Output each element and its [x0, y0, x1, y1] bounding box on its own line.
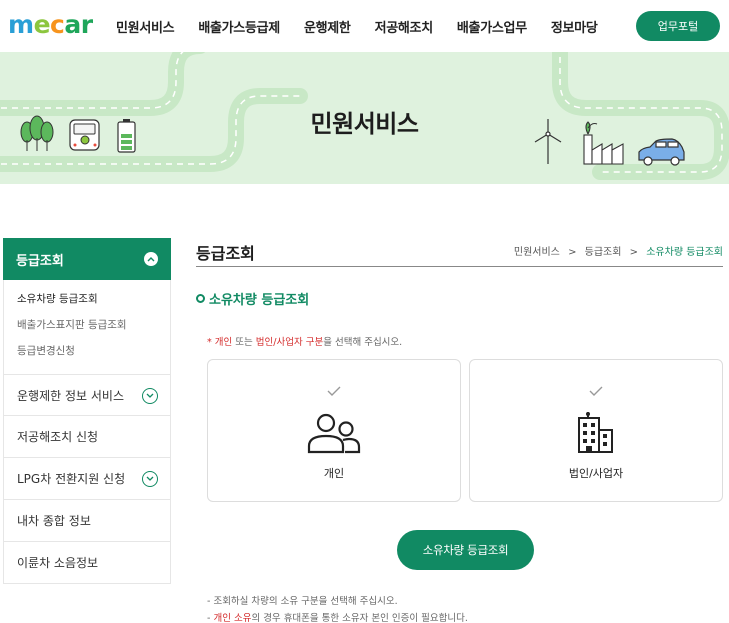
breadcrumb-item[interactable]: 등급조회	[585, 247, 622, 258]
guide-note-individual: 개인 소유	[213, 613, 252, 623]
sidebar-item-label: 저공해조치 신청	[17, 430, 99, 444]
nav-low-emission[interactable]: 저공해조치	[375, 17, 434, 36]
notice-corporate: 법인/사업자 구분	[255, 337, 324, 348]
work-portal-button[interactable]: 업무포털	[636, 11, 720, 41]
logo-letter: a	[64, 10, 81, 39]
nav-emission-work[interactable]: 배출가스업무	[457, 17, 527, 36]
page-banner: 민원서비스	[0, 52, 729, 184]
chevron-down-icon[interactable]	[142, 388, 158, 404]
notice-or: 또는	[232, 337, 256, 348]
sidebar-head-grade-lookup[interactable]: 등급조회	[3, 238, 171, 280]
logo-wordmark[interactable]: mecar	[8, 10, 93, 39]
sidebar-item-lpg-conversion[interactable]: LPG차 전환지원 신청	[3, 458, 171, 500]
sidebar-item-motorcycle-noise[interactable]: 이륜차 소음정보	[3, 542, 171, 584]
sidebar-sub-grade-change[interactable]: 등급변경신청	[17, 342, 170, 368]
section-title-text: 소유차량 등급조회	[209, 293, 310, 308]
sidebar-item-label: 이륜차 소음정보	[17, 556, 99, 570]
breadcrumb-current: 소유차량 등급조회	[646, 247, 723, 258]
sidebar-item-label: 내차 종합 정보	[17, 514, 91, 528]
selection-notice: * 개인 또는 법인/사업자 구분을 선택해 주십시오.	[207, 334, 402, 348]
logo-letter: e	[33, 10, 51, 39]
sidebar: 등급조회 소유차량 등급조회 배출가스표지판 등급조회 등급변경신청 운행제한 …	[3, 238, 171, 584]
notice-tail: 을 선택해 주십시오.	[323, 337, 403, 348]
guide-note-rest: 의 경우 휴대폰을 통한 소유자 본인 인증이 필요합니다.	[251, 613, 468, 623]
notice-individual: 개인	[214, 337, 233, 348]
logo-letter: m	[8, 10, 34, 39]
banner-title: 민원서비스	[310, 110, 419, 138]
sidebar-head-label: 등급조회	[16, 253, 64, 269]
notice-star: *	[207, 337, 215, 348]
site-logo[interactable]: mecar	[8, 10, 93, 42]
option-card-corporate[interactable]: 법인/사업자	[469, 359, 723, 502]
section-title: 소유차량 등급조회	[196, 289, 309, 308]
chevron-up-icon[interactable]	[144, 252, 158, 266]
nav-emission-grade[interactable]: 배출가스등급제	[198, 17, 280, 36]
title-divider	[196, 266, 723, 267]
breadcrumb-item[interactable]: 민원서비스	[514, 247, 560, 258]
sidebar-item-low-emission[interactable]: 저공해조치 신청	[3, 416, 171, 458]
sidebar-item-my-car-info[interactable]: 내차 종합 정보	[3, 500, 171, 542]
option-label-individual: 개인	[323, 467, 345, 480]
site-header: mecar 민원서비스 배출가스등급제 운행제한 저공해조치 배출가스업무 정보…	[0, 0, 729, 52]
check-icon	[589, 386, 603, 396]
guide-note-1: - 조회하실 차량의 소유 구분을 선택해 주십시오.	[207, 596, 398, 607]
sidebar-sub-owned-vehicle[interactable]: 소유차량 등급조회	[17, 290, 170, 316]
check-icon	[327, 386, 341, 396]
sidebar-sub-list: 소유차량 등급조회 배출가스표지판 등급조회 등급변경신청	[3, 280, 171, 374]
logo-letter: r	[80, 10, 93, 39]
option-card-individual[interactable]: 개인	[207, 359, 461, 502]
nav-civil-service[interactable]: 민원서비스	[116, 17, 175, 36]
nav-info[interactable]: 정보마당	[551, 17, 598, 36]
owned-vehicle-lookup-button[interactable]: 소유차량 등급조회	[397, 530, 534, 570]
chevron-down-icon[interactable]	[142, 471, 158, 487]
breadcrumb-separator: >	[629, 247, 639, 258]
breadcrumb: 민원서비스 > 등급조회 > 소유차량 등급조회	[514, 243, 723, 258]
bullet-ring-icon	[196, 294, 205, 303]
sidebar-item-label: 운행제한 정보 서비스	[17, 388, 124, 403]
sidebar-item-label: LPG차 전환지원 신청	[17, 472, 126, 486]
people-icon	[208, 412, 460, 456]
car-icon	[638, 138, 685, 166]
page-title: 등급조회	[196, 244, 255, 263]
sidebar-sub-emission-sign[interactable]: 배출가스표지판 등급조회	[17, 316, 170, 342]
building-icon	[470, 412, 722, 456]
nav-driving-restriction[interactable]: 운행제한	[304, 17, 351, 36]
logo-letter: c	[50, 10, 65, 39]
breadcrumb-separator: >	[568, 247, 577, 258]
main-nav: 민원서비스 배출가스등급제 운행제한 저공해조치 배출가스업무 정보마당	[116, 0, 622, 52]
guide-note-2: - 개인 소유의 경우 휴대폰을 통한 소유자 본인 인증이 필요합니다.	[207, 610, 468, 623]
sidebar-item-driving-restriction[interactable]: 운행제한 정보 서비스	[3, 374, 171, 416]
option-label-corporate: 법인/사업자	[568, 467, 624, 480]
